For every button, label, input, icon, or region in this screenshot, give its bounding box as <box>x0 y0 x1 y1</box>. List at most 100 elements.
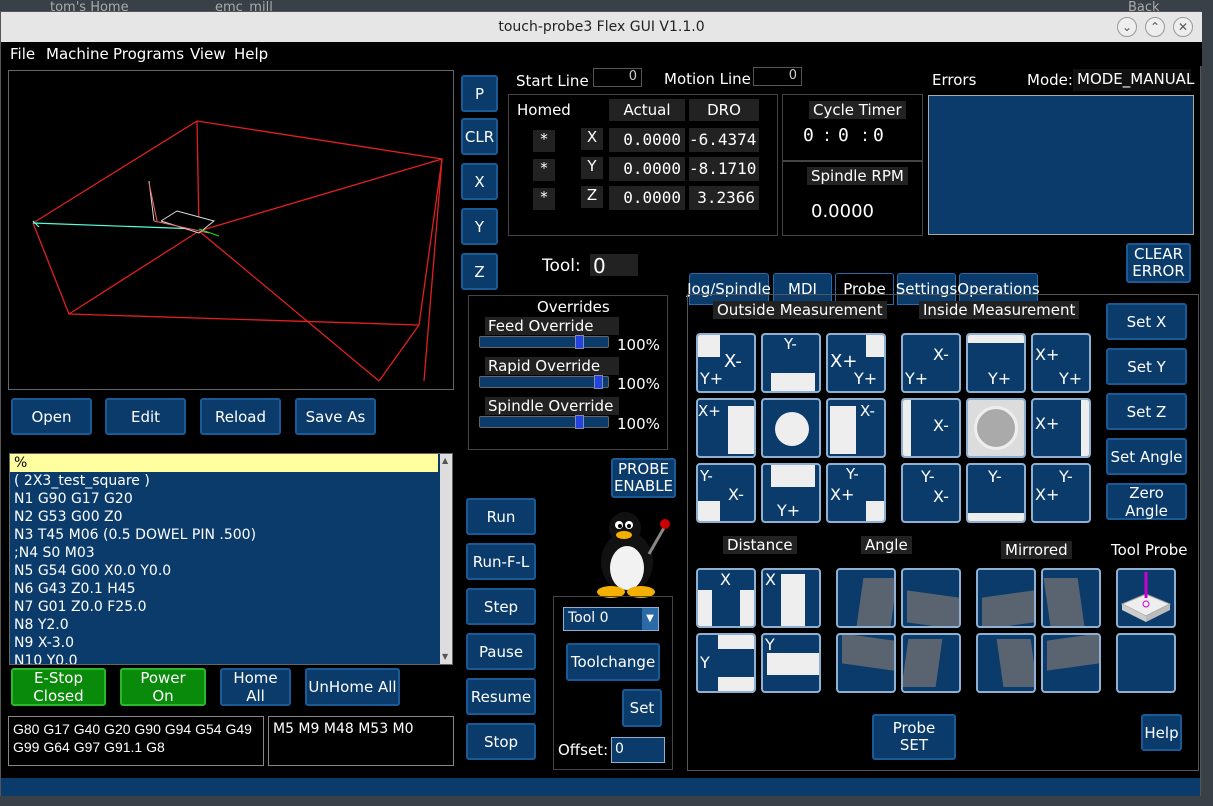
gcode-viewer[interactable]: % ( 2X3_test_square ) N1 G90 G17 G20 N2 … <box>9 453 453 665</box>
set-z-button[interactable]: Set Z <box>1106 393 1187 430</box>
axis-button-z[interactable]: Z <box>461 253 498 290</box>
power-button[interactable]: Power On <box>120 668 206 706</box>
minimize-button[interactable]: ⌄ <box>1117 17 1137 37</box>
chevron-down-icon[interactable]: ▼ <box>642 608 658 630</box>
resume-button[interactable]: Resume <box>466 678 536 715</box>
axis-button-p[interactable]: P <box>461 75 498 112</box>
mirrored-right-top-button[interactable] <box>1041 568 1101 628</box>
menu-view[interactable]: View <box>190 45 226 63</box>
mirrored-bottom-right-button[interactable] <box>1041 633 1101 693</box>
start-line-input[interactable]: 0 <box>593 68 642 87</box>
unhome-all-button[interactable]: UnHome All <box>305 668 400 706</box>
close-button[interactable]: ✕ <box>1173 17 1193 37</box>
timer-separator: : <box>824 125 831 146</box>
menu-file[interactable]: File <box>10 45 35 63</box>
scroll-down-icon[interactable]: ▼ <box>442 652 448 661</box>
maximize-button[interactable]: ⌃ <box>1145 17 1165 37</box>
distance-x-inside-button[interactable]: X <box>761 568 821 628</box>
home-all-button[interactable]: Home All <box>220 668 291 706</box>
slider-handle[interactable] <box>594 375 603 389</box>
mode-label: Mode: <box>1027 71 1073 89</box>
gcode-line: ;N4 S0 M03 <box>14 545 95 561</box>
probe-inside-bottom-button[interactable]: Y- <box>966 463 1026 523</box>
probe-outside-top-button[interactable]: Y- <box>761 333 821 393</box>
run-button[interactable]: Run <box>466 498 536 535</box>
probe-outside-corner-tr-button[interactable]: X+ Y+ <box>826 333 886 393</box>
probe-outside-right-button[interactable]: X- <box>826 398 886 458</box>
zero-angle-button[interactable]: Zero Angle <box>1106 483 1187 520</box>
mirrored-top-left-button[interactable] <box>976 568 1036 628</box>
gcode-line: % <box>10 454 438 472</box>
menu-programs[interactable]: Programs <box>113 45 184 63</box>
probe-inside-corner-tr-button[interactable]: X+ Y+ <box>1031 333 1091 393</box>
gcode-line: N6 G43 Z0.1 H45 <box>14 581 136 597</box>
reload-button[interactable]: Reload <box>200 398 281 435</box>
menu-machine[interactable]: Machine <box>46 45 109 63</box>
menu-help[interactable]: Help <box>234 45 268 63</box>
cycle-timer-panel: Cycle Timer 0 : 0 : 0 <box>782 94 923 162</box>
probe-inside-left-button[interactable]: X- <box>901 398 961 458</box>
set-y-button[interactable]: Set Y <box>1106 348 1187 385</box>
probe-outside-corner-br-button[interactable]: Y- X+ <box>826 463 886 523</box>
inside-measurement-label: Inside Measurement <box>919 301 1080 319</box>
spindle-rpm-label: Spindle RPM <box>807 167 908 185</box>
estop-label: E-Stop <box>34 669 83 687</box>
timer-hours: 0 <box>803 125 814 146</box>
step-button[interactable]: Step <box>466 588 536 625</box>
scroll-up-icon[interactable]: ▲ <box>442 456 448 465</box>
probe-inside-corner-br-button[interactable]: Y- X+ <box>1031 463 1091 523</box>
clear-error-button[interactable]: CLEAR ERROR <box>1126 243 1191 283</box>
axis-button-x[interactable]: X <box>461 163 498 200</box>
gcode-scrollbar[interactable]: ▲ ▼ <box>440 454 452 664</box>
rapid-override-slider[interactable] <box>479 375 609 389</box>
plot-preview[interactable] <box>8 70 454 390</box>
save-as-button[interactable]: Save As <box>295 398 376 435</box>
run-from-line-button[interactable]: Run-F-L <box>466 543 536 580</box>
pause-button[interactable]: Pause <box>466 633 536 670</box>
probe-outside-bottom-button[interactable]: Y+ <box>761 463 821 523</box>
edit-button[interactable]: Edit <box>105 398 186 435</box>
feed-override-slider[interactable] <box>479 335 609 349</box>
set-angle-button[interactable]: Set Angle <box>1106 438 1187 475</box>
tool-probe-label: Tool Probe <box>1111 541 1188 559</box>
angle-left-top-button[interactable] <box>836 568 896 628</box>
angle-right-bottom-button[interactable] <box>901 633 961 693</box>
distance-y-outside-button[interactable]: Y <box>696 633 756 693</box>
open-button[interactable]: Open <box>11 398 92 435</box>
probe-inside-right-button[interactable]: X+ <box>1031 398 1091 458</box>
probe-inside-corner-bl-button[interactable]: Y- X- <box>901 463 961 523</box>
probe-inside-corner-tl-button[interactable]: X- Y+ <box>901 333 961 393</box>
probe-set-button[interactable]: Probe SET <box>872 714 956 760</box>
offset-input[interactable]: 0 <box>611 737 665 763</box>
estop-button[interactable]: E-Stop Closed <box>11 668 106 706</box>
axis-button-y[interactable]: Y <box>461 208 498 245</box>
mirrored-left-bottom-button[interactable] <box>976 633 1036 693</box>
axis-button-clr[interactable]: CLR <box>461 118 498 155</box>
probe-enable-button[interactable]: PROBE ENABLE <box>611 458 676 498</box>
spindle-override-slider[interactable] <box>479 415 609 429</box>
probe-inside-top-button[interactable]: Y+ <box>966 333 1026 393</box>
feed-override-value: 100% <box>617 336 660 354</box>
tool-probe-blank-button[interactable] <box>1116 633 1176 693</box>
probe-outside-left-button[interactable]: X+ <box>696 398 756 458</box>
dro-panel: Homed Actual DRO * X 0.0000 -6.4374 * Y … <box>508 94 778 236</box>
distance-y-inside-button[interactable]: Y <box>761 633 821 693</box>
probe-outside-corner-tl-button[interactable]: X- Y+ <box>696 333 756 393</box>
set-offset-button[interactable]: Set <box>622 689 662 727</box>
angle-bottom-left-button[interactable] <box>836 633 896 693</box>
set-x-button[interactable]: Set X <box>1106 303 1187 340</box>
timer-seconds: 0 <box>873 125 884 146</box>
probe-outside-center-button[interactable] <box>761 398 821 458</box>
probe-inside-center-button[interactable] <box>966 398 1026 458</box>
tool-select[interactable]: Tool 0 ▼ <box>563 607 659 631</box>
probe-outside-corner-bl-button[interactable]: Y- X- <box>696 463 756 523</box>
slider-handle[interactable] <box>575 335 584 349</box>
tool-probe-button[interactable] <box>1116 568 1176 628</box>
distance-x-outside-button[interactable]: X <box>696 568 756 628</box>
stop-button[interactable]: Stop <box>466 723 536 760</box>
slider-handle[interactable] <box>575 415 584 429</box>
toolchange-button[interactable]: Toolchange <box>566 643 660 681</box>
help-button[interactable]: Help <box>1141 714 1182 751</box>
dro-value-x: -6.4374 <box>689 128 759 152</box>
angle-top-right-button[interactable] <box>901 568 961 628</box>
